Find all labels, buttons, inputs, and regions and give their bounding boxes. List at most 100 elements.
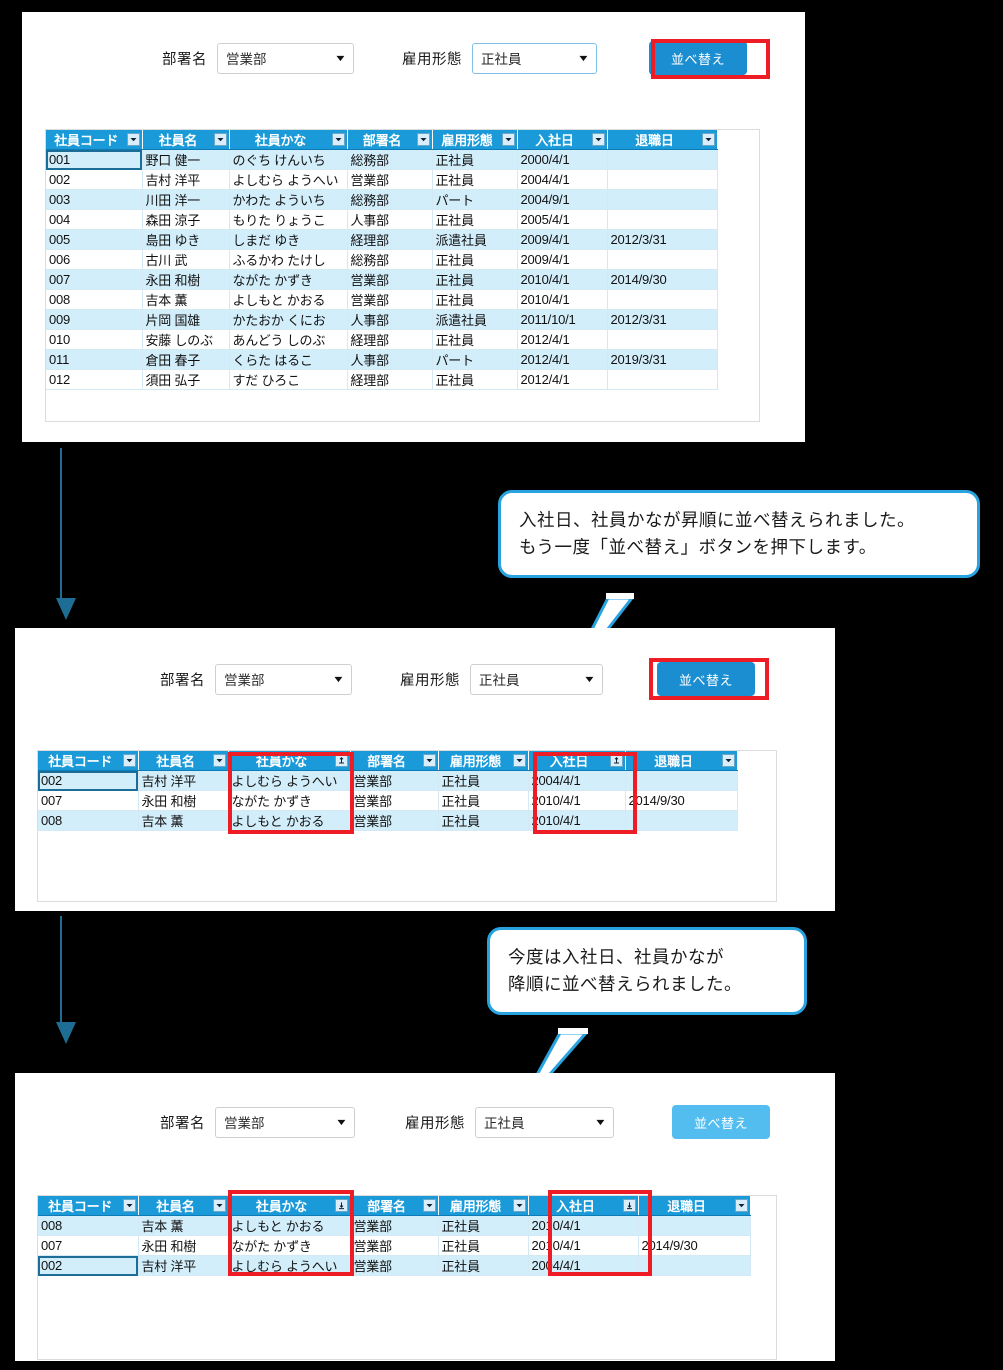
cell-left[interactable] [607,149,718,170]
table-row[interactable]: 003 川田 洋一 かわた よういち 総務部 パート 2004/9/1 [46,189,718,210]
cell-left[interactable]: 2014/9/30 [638,1235,751,1256]
cell-dept[interactable]: 総務部 [347,249,433,270]
filter-dropdown-icon[interactable] [701,133,715,146]
cell-etype[interactable]: 正社員 [432,249,518,270]
cell-kana[interactable]: あんどう しのぶ [229,329,348,350]
cell-name[interactable]: 吉村 洋平 [142,169,230,190]
employee-grid-3[interactable]: 社員コード 社員名 社員かな 部署名 雇用形態 入社日 退職日 008 吉本 薫よしもと かおる… [37,1195,777,1360]
cell-name[interactable]: 川田 洋一 [142,189,230,210]
cell-dept[interactable]: 人事部 [347,209,433,230]
cell-code[interactable]: 008 [38,1215,139,1236]
cell-joined[interactable]: 2004/4/1 [528,1255,639,1276]
table-row[interactable]: 007 永田 和樹 ながた かずき 営業部 正社員 2010/4/1 2014/9/30 [38,1235,751,1256]
cell-kana[interactable]: ながた かずき [229,269,348,290]
cell-etype[interactable]: 正社員 [438,810,529,831]
cell-dept[interactable]: 営業部 [350,810,439,831]
cell-kana[interactable]: もりた りょうこ [229,209,348,230]
cell-dept[interactable]: 人事部 [347,309,433,330]
cell-left[interactable] [625,810,738,831]
cell-code[interactable]: 003 [46,189,143,210]
filter-dropdown-icon[interactable] [501,133,515,146]
cell-joined[interactable]: 2012/4/1 [517,349,608,370]
cell-code[interactable]: 001 [46,149,143,170]
cell-name[interactable]: 森田 涼子 [142,209,230,230]
cell-kana[interactable]: ふるかわ たけし [229,249,348,270]
filter-dropdown-icon[interactable] [122,754,136,767]
cell-name[interactable]: 安藤 しのぶ [142,329,230,350]
cell-joined[interactable]: 2010/4/1 [528,810,626,831]
column-header-etype[interactable]: 雇用形態 [432,130,518,150]
table-row[interactable]: 002 吉村 洋平 よしむら ようへい 営業部 正社員 2004/4/1 [38,1255,751,1276]
table-row[interactable]: 008 吉本 薫よしもと かおる 営業部 正社員 2010/4/1 [38,810,738,831]
filter-dropdown-icon[interactable] [212,1199,226,1212]
table-row[interactable]: 006 古川 武ふるかわ たけし 総務部 正社員 2009/4/1 [46,249,718,270]
column-header-dept[interactable]: 部署名 [347,130,433,150]
emptype-select[interactable]: 正社員 ▼ [470,663,603,695]
cell-code[interactable]: 012 [46,369,143,390]
column-header-left[interactable]: 退職日 [638,1196,751,1216]
emptype-select[interactable]: 正社員 ▼ [472,42,597,74]
cell-etype[interactable]: 正社員 [432,329,518,350]
dept-select[interactable]: 営業部 ▼ [215,663,352,695]
cell-kana[interactable]: くらた はるこ [229,349,348,370]
column-header-joined[interactable]: 入社日 [528,1196,639,1216]
cell-etype[interactable]: 正社員 [438,1235,529,1256]
cell-code[interactable]: 007 [46,269,143,290]
cell-left[interactable] [638,1255,751,1276]
cell-dept[interactable]: 経理部 [347,229,433,250]
cell-left[interactable]: 2014/9/30 [625,790,738,811]
cell-kana[interactable]: よしもと かおる [228,1215,351,1236]
cell-name[interactable]: 須田 弘子 [142,369,230,390]
cell-dept[interactable]: 営業部 [350,1255,439,1276]
employee-grid-2[interactable]: 社員コード 社員名 社員かな 部署名 雇用形態 入社日 退職日 002 吉村 洋平 よしむら よう… [37,750,777,902]
cell-code[interactable]: 004 [46,209,143,230]
table-row[interactable]: 002 吉村 洋平 よしむら ようへい 営業部 正社員 2004/4/1 [38,770,738,791]
cell-name[interactable]: 倉田 春子 [142,349,230,370]
cell-left[interactable] [607,329,718,350]
cell-joined[interactable]: 2012/4/1 [517,369,608,390]
cell-code[interactable]: 002 [38,770,139,791]
cell-dept[interactable]: 営業部 [347,269,433,290]
table-row[interactable]: 007 永田 和樹 ながた かずき 営業部 正社員 2010/4/1 2014/9/30 [38,790,738,811]
cell-kana[interactable]: のぐち けんいち [229,149,348,170]
cell-dept[interactable]: 経理部 [347,329,433,350]
cell-kana[interactable]: しまだ ゆき [229,229,348,250]
table-row[interactable]: 012 須田 弘子 すだ ひろこ 経理部 正社員 2012/4/1 [46,369,718,390]
cell-dept[interactable]: 営業部 [347,289,433,310]
cell-kana[interactable]: よしもと かおる [228,810,351,831]
cell-joined[interactable]: 2000/4/1 [517,149,608,170]
column-header-code[interactable]: 社員コード [38,751,139,771]
cell-etype[interactable]: 正社員 [432,149,518,170]
cell-name[interactable]: 吉村 洋平 [138,770,229,791]
cell-name[interactable]: 永田 和樹 [138,790,229,811]
column-header-left[interactable]: 退職日 [607,130,718,150]
cell-name[interactable]: 永田 和樹 [138,1235,229,1256]
column-header-dept[interactable]: 部署名 [350,1196,439,1216]
cell-etype[interactable]: パート [432,189,518,210]
dept-select[interactable]: 営業部 ▼ [217,42,354,74]
column-header-kana[interactable]: 社員かな [228,1196,351,1216]
cell-left[interactable] [607,369,718,390]
cell-joined[interactable]: 2011/10/1 [517,309,608,330]
cell-etype[interactable]: 派遣社員 [432,229,518,250]
cell-kana[interactable]: かたおか くにお [229,309,348,330]
table-row[interactable]: 010 安藤 しのぶ あんどう しのぶ 経理部 正社員 2012/4/1 [46,329,718,350]
table-row[interactable]: 001 野口 健一 のぐち けんいち 総務部 正社員 2000/4/1 [46,149,718,170]
column-header-etype[interactable]: 雇用形態 [438,1196,529,1216]
cell-name[interactable]: 吉本 薫 [142,289,230,310]
table-row[interactable]: 004 森田 涼子 もりた りょうこ 人事部 正社員 2005/4/1 [46,209,718,230]
cell-kana[interactable]: よしもと かおる [229,289,348,310]
cell-joined[interactable]: 2010/4/1 [528,790,626,811]
table-row[interactable]: 011 倉田 春子 くらた はるこ 人事部 パート 2012/4/1 2019/3/31 [46,349,718,370]
filter-dropdown-icon[interactable] [734,1199,748,1212]
sort-ascending-icon[interactable] [609,754,623,767]
cell-left[interactable] [625,770,738,791]
filter-dropdown-icon[interactable] [331,133,345,146]
filter-dropdown-icon[interactable] [591,133,605,146]
cell-etype[interactable]: 正社員 [438,1255,529,1276]
cell-code[interactable]: 011 [46,349,143,370]
cell-kana[interactable]: すだ ひろこ [229,369,348,390]
column-header-etype[interactable]: 雇用形態 [438,751,529,771]
cell-left[interactable]: 2014/9/30 [607,269,718,290]
cell-name[interactable]: 野口 健一 [142,149,230,170]
